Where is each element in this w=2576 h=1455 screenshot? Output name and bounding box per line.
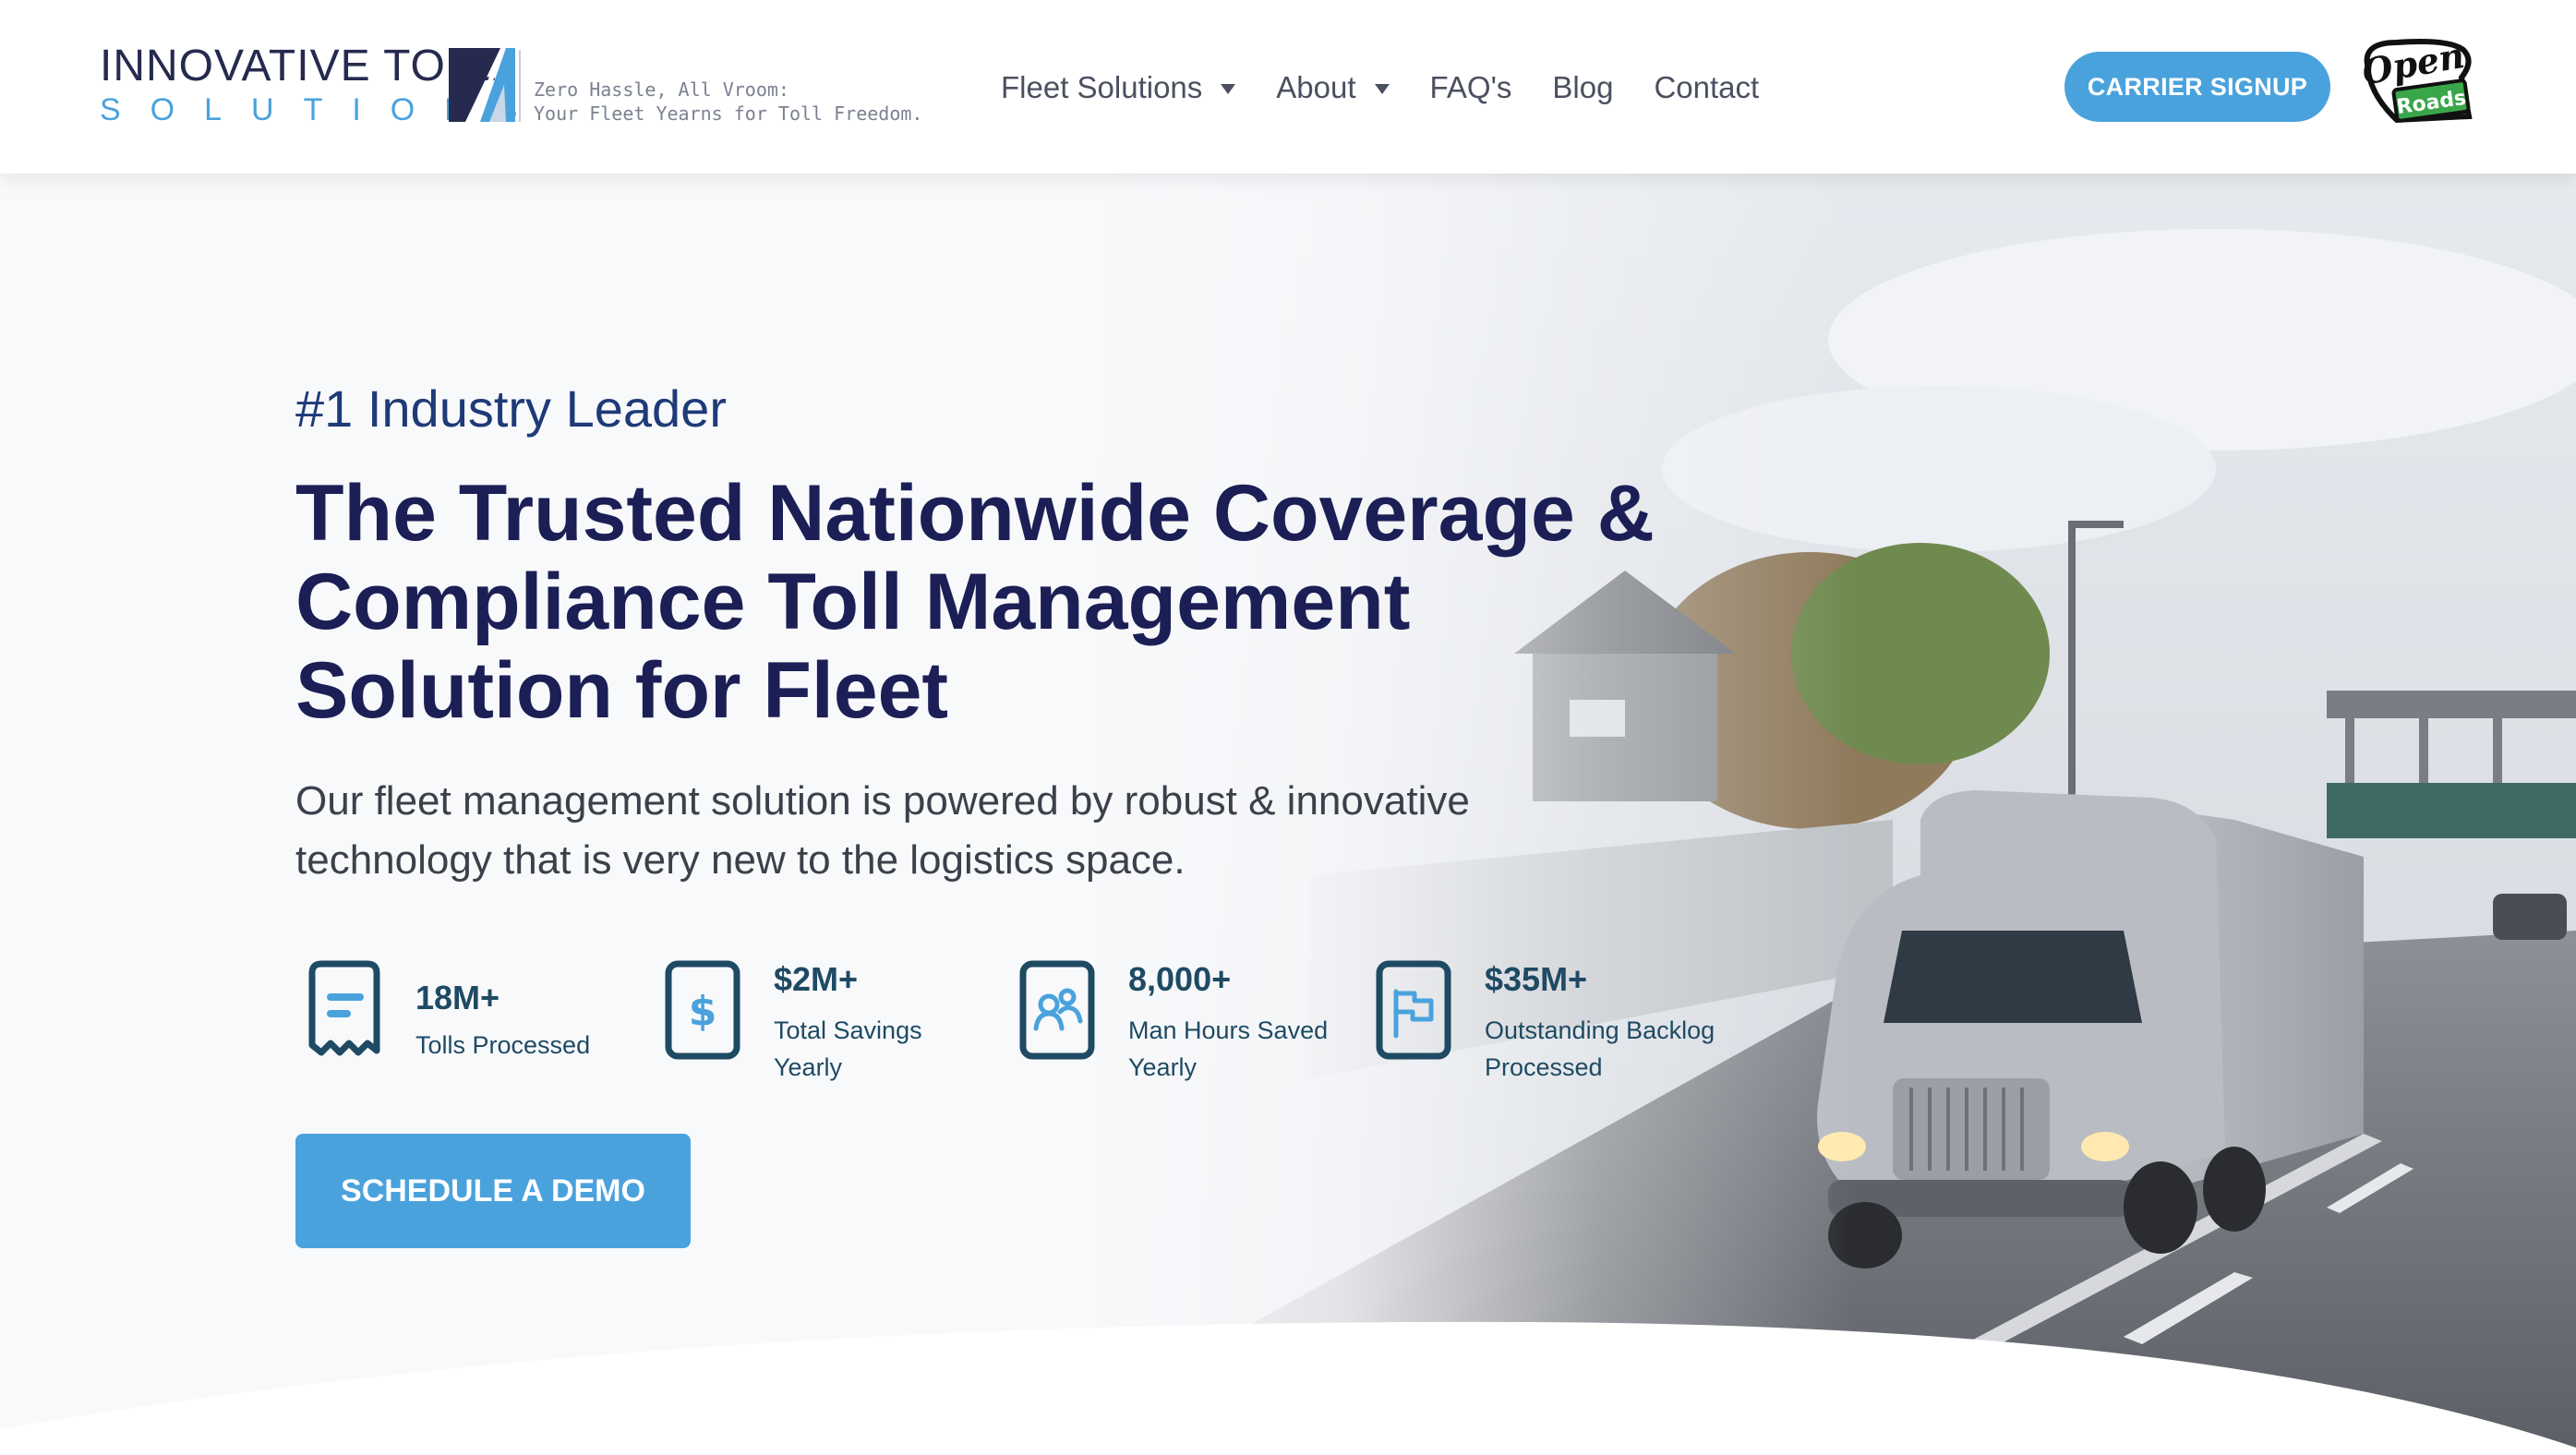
schedule-demo-button[interactable]: SCHEDULE A DEMO xyxy=(295,1134,691,1248)
nav-label: FAQ's xyxy=(1429,70,1512,104)
nav-item-faqs[interactable]: FAQ's xyxy=(1430,70,1512,105)
stat-label: Total Savings Yearly xyxy=(774,1016,922,1081)
stat-value: 8,000+ xyxy=(1128,960,1232,998)
hero-subtext: Our fleet management solution is powered… xyxy=(295,778,1470,883)
stat-man-hours: 8,000+ Man Hours Saved Yearly xyxy=(1008,949,1359,1081)
open-roads-logo[interactable]: Open Roads xyxy=(2360,37,2476,124)
caret-down-icon xyxy=(1374,83,1390,94)
hero-headline: The Trusted Nationwide Coverage & Compli… xyxy=(295,469,1655,735)
caret-down-icon xyxy=(1221,83,1236,94)
stat-label: Man Hours Saved Yearly xyxy=(1128,1016,1329,1081)
logo-tagline: Zero Hassle, All Vroom: Your Fleet Yearn… xyxy=(534,78,922,126)
stat-label: Tolls Processed xyxy=(415,1031,591,1059)
nav-item-contact[interactable]: Contact xyxy=(1654,70,1759,105)
stat-backlog-processed: $35M+ Outstanding Backlog Processed xyxy=(1365,949,1752,1081)
stat-tolls-processed: 18M+ Tolls Processed xyxy=(295,949,646,1078)
site-header: INNOVATIVE TOLL SOLUTIONS Zero Hassle, A… xyxy=(0,0,2576,174)
main-nav: Fleet Solutions About FAQ's Blog Contact xyxy=(1001,65,1800,111)
site-logo[interactable]: INNOVATIVE TOLL SOLUTIONS Zero Hassle, A… xyxy=(100,41,922,133)
logo-wordmark-top: INNOVATIVE TOLL xyxy=(100,42,498,90)
stats-row: 18M+ Tolls Processed $ $2M+ Total Saving… xyxy=(295,949,1754,1081)
nav-item-about[interactable]: About xyxy=(1276,70,1390,105)
nav-label: Fleet Solutions xyxy=(1001,70,1203,104)
hero-eyebrow: #1 Industry Leader xyxy=(295,379,727,438)
people-icon xyxy=(1019,960,1095,1060)
stat-total-savings: $ $2M+ Total Savings Yearly xyxy=(654,949,986,1081)
stat-label: Outstanding Backlog Processed xyxy=(1485,1016,1715,1081)
nav-item-fleet-solutions[interactable]: Fleet Solutions xyxy=(1001,70,1236,105)
hero-section: #1 Industry Leader The Trusted Nationwid… xyxy=(0,174,2576,1455)
nav-label: Contact xyxy=(1654,70,1760,104)
tagline-line-1: Zero Hassle, All Vroom: xyxy=(534,78,789,101)
svg-text:$: $ xyxy=(689,988,717,1035)
section-divider-curve xyxy=(0,1321,2576,1455)
carrier-signup-button[interactable]: CARRIER SIGNUP xyxy=(2064,52,2330,122)
road-logo-icon xyxy=(449,48,515,122)
stat-value: $35M+ xyxy=(1485,960,1588,998)
flag-icon xyxy=(1376,960,1451,1060)
stat-value: 18M+ xyxy=(415,979,500,1016)
dollar-icon: $ xyxy=(665,960,740,1060)
receipt-icon xyxy=(308,960,380,1056)
tagline-line-2: Your Fleet Yearns for Toll Freedom. xyxy=(534,102,923,125)
logo-divider xyxy=(519,50,521,122)
nav-item-blog[interactable]: Blog xyxy=(1552,70,1613,105)
nav-label: Blog xyxy=(1552,70,1614,104)
stat-value: $2M+ xyxy=(774,960,859,998)
nav-label: About xyxy=(1276,70,1356,104)
